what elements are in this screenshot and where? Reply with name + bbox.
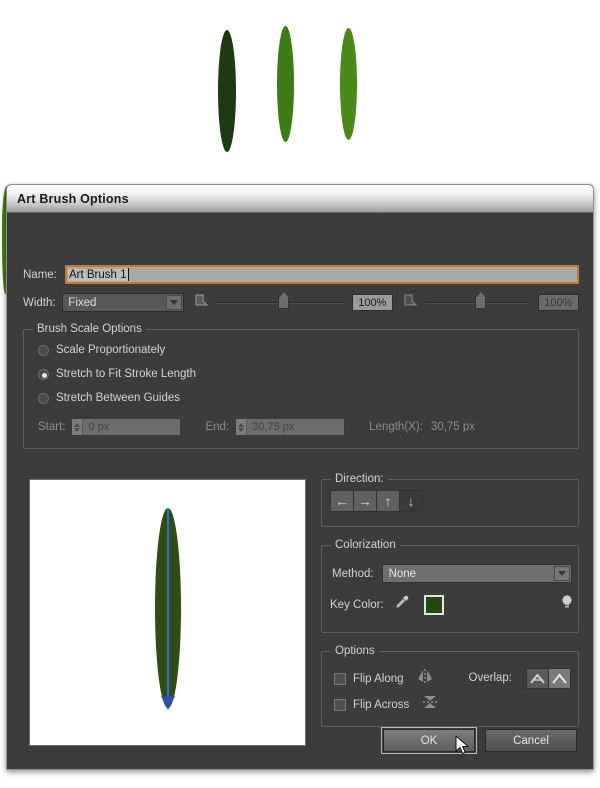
overlap-label: Overlap: [468, 672, 512, 684]
direction-right-button[interactable]: → [353, 490, 377, 512]
dialog-body: Name: Art Brush 1 Width: Fixed 100% 100%… [7, 213, 593, 769]
guide-positions-row: Start: 0 px End: 30,75 px Length(X): 30,… [38, 418, 475, 436]
end-label: End: [205, 421, 230, 433]
leaf-shape-dark [218, 30, 236, 152]
direction-left-button[interactable]: ← [330, 490, 354, 512]
chevron-up-icon [552, 672, 567, 684]
pressure-pen-icon-2 [403, 293, 419, 312]
overlap-allow-button[interactable] [548, 668, 571, 689]
direction-button-set: ← → ↑ ↓ [330, 490, 423, 512]
arrow-down-icon: ↓ [407, 493, 415, 509]
colorization-legend: Colorization [331, 539, 400, 551]
eyedropper-icon[interactable] [394, 594, 410, 615]
radio-icon-selected[interactable] [38, 368, 49, 380]
brush-preview [29, 479, 306, 746]
width-row: Width: Fixed 100% 100% [23, 291, 579, 312]
pressure-pen-icon [194, 293, 210, 312]
stepper-arrows-icon[interactable] [72, 419, 84, 435]
name-input[interactable]: Art Brush 1 [65, 265, 579, 284]
width-slider-1[interactable] [216, 291, 344, 311]
chevron-down-icon[interactable] [554, 566, 570, 581]
chevron-crossed-icon [530, 672, 545, 684]
flip-along-row[interactable]: Flip Along [334, 668, 434, 689]
preview-direction-line [166, 508, 169, 708]
direction-legend: Direction: [331, 473, 388, 485]
leaf-shape-medium [277, 26, 294, 142]
start-stepper[interactable]: 0 px [71, 418, 182, 436]
flip-along-checkbox[interactable] [334, 672, 346, 685]
screen: Art Brush Options Name: Art Brush 1 Widt… [0, 0, 600, 788]
method-dropdown[interactable]: None [381, 564, 572, 583]
key-color-row: Key Color: [330, 594, 574, 615]
radio-label: Scale Proportionately [56, 344, 166, 356]
width-value-1[interactable]: 100% [351, 294, 393, 311]
direction-down-button[interactable]: ↓ [399, 490, 423, 512]
chevron-down-icon[interactable] [166, 295, 183, 310]
name-row: Name: Art Brush 1 [23, 265, 579, 284]
name-input-value: Art Brush 1 [68, 268, 128, 281]
flip-along-label: Flip Along [353, 672, 404, 685]
lightbulb-tip-icon[interactable] [560, 594, 574, 615]
overlap-prevent-button[interactable] [526, 668, 549, 689]
method-dropdown-value: None [388, 567, 417, 580]
dialog-footer: OK Cancel [373, 727, 577, 754]
flip-along-icon [416, 668, 434, 689]
slider-thumb[interactable] [278, 291, 290, 309]
flip-across-checkbox[interactable] [334, 698, 346, 711]
end-value: 30,75 px [252, 421, 295, 433]
flip-across-icon [421, 694, 439, 715]
text-caret [127, 268, 129, 281]
dialog-titlebar[interactable]: Art Brush Options [7, 185, 593, 213]
radio-stretch-to-fit-stroke-length[interactable]: Stretch to Fit Stroke Length [38, 368, 196, 380]
start-value: 0 px [88, 421, 110, 433]
radio-icon[interactable] [38, 344, 49, 356]
flip-across-row[interactable]: Flip Across [334, 694, 439, 715]
arrow-up-icon: ↑ [384, 493, 392, 509]
width-slider-2[interactable] [424, 291, 530, 311]
arrow-right-icon: → [358, 493, 372, 509]
width-dropdown[interactable]: Fixed [62, 293, 185, 312]
key-color-label: Key Color: [330, 598, 384, 611]
width-value-2[interactable]: 100% [537, 294, 579, 311]
radio-scale-proportionately[interactable]: Scale Proportionately [38, 344, 165, 356]
brush-scale-options-group: Brush Scale Options Scale Proportionatel… [23, 323, 579, 449]
art-brush-options-dialog: Art Brush Options Name: Art Brush 1 Widt… [6, 184, 594, 770]
slider-thumb-2[interactable] [474, 291, 486, 309]
key-color-swatch[interactable] [423, 594, 444, 615]
radio-stretch-between-guides[interactable]: Stretch Between Guides [38, 392, 180, 404]
width-label: Width: [23, 296, 56, 309]
length-value: 30,75 px [430, 421, 475, 433]
mouse-cursor [455, 735, 471, 762]
arrow-left-icon: ← [335, 493, 349, 509]
overlap-button-set [526, 668, 571, 689]
flip-across-label: Flip Across [353, 698, 410, 711]
options-group: Options Flip Along Flip Across Overlap: [321, 645, 579, 727]
direction-up-button[interactable]: ↑ [376, 490, 400, 512]
radio-label: Stretch to Fit Stroke Length [56, 368, 196, 380]
artboard-background [0, 0, 600, 190]
method-label: Method: [332, 567, 374, 580]
radio-icon[interactable] [38, 392, 49, 404]
direction-group: Direction: ← → ↑ ↓ [321, 473, 579, 527]
end-stepper[interactable]: 30,75 px [235, 418, 346, 436]
brush-scale-legend: Brush Scale Options [33, 323, 146, 335]
preview-direction-arrow-icon [160, 696, 175, 710]
dialog-title: Art Brush Options [17, 191, 129, 206]
start-label: Start: [38, 421, 66, 433]
name-label: Name: [23, 268, 57, 281]
length-label: Length(X): [369, 421, 423, 433]
colorization-group: Colorization Method: None Key Color: [321, 539, 579, 633]
leaf-shape-light [340, 28, 357, 140]
radio-label: Stretch Between Guides [56, 392, 181, 404]
options-legend: Options [331, 645, 379, 657]
stepper-arrows-icon-2[interactable] [236, 419, 248, 435]
width-dropdown-value: Fixed [68, 296, 97, 309]
cancel-button[interactable]: Cancel [485, 729, 577, 752]
method-row: Method: None [332, 564, 572, 583]
